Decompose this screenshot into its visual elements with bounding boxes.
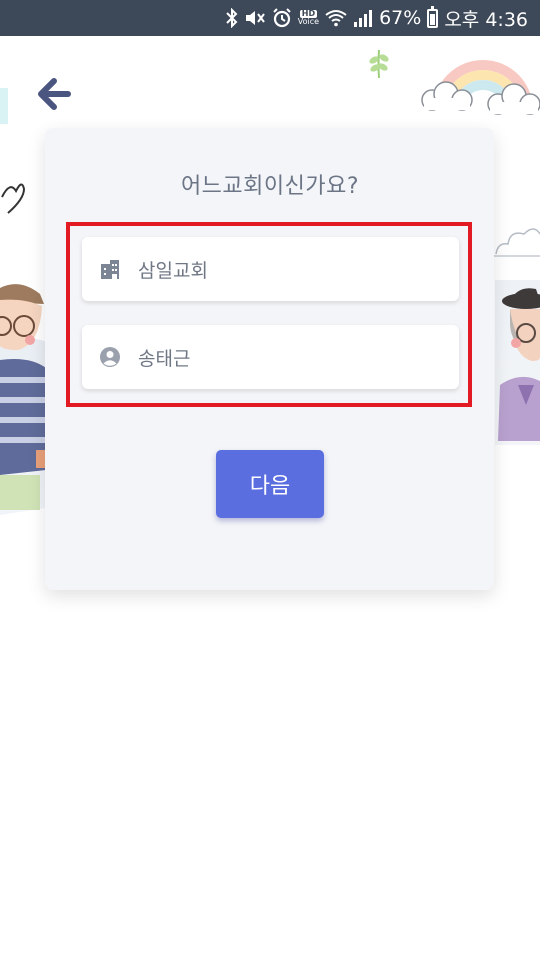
teal-decoration: [0, 88, 8, 124]
grandma-illustration: [498, 288, 540, 441]
card-title: 어느교회이신가요?: [180, 174, 360, 199]
arrow-left-icon: [38, 78, 71, 110]
bluetooth-icon: [226, 7, 238, 29]
battery-percent: 67%: [379, 7, 422, 29]
status-time: 오후 4:36: [444, 8, 528, 31]
battery-fill: [430, 14, 436, 25]
wifi-icon: [325, 7, 347, 29]
highlight-box: [66, 222, 472, 407]
back-button[interactable]: [34, 74, 74, 114]
mute-icon: [244, 7, 266, 29]
rainbow-cloud-decoration: [421, 60, 540, 115]
cloud-outline-decoration: [494, 228, 540, 257]
alarm-icon: [272, 7, 292, 29]
hd-voice-icon: HD Voice: [298, 7, 319, 29]
leaf-decoration: [369, 49, 389, 79]
next-button[interactable]: 다음: [216, 450, 324, 518]
signal-icon: [353, 7, 373, 29]
battery-icon: [427, 5, 439, 28]
voice-label: Voice: [297, 17, 320, 26]
status-bar: HD Voice 67% 오후 4:36: [0, 0, 540, 36]
